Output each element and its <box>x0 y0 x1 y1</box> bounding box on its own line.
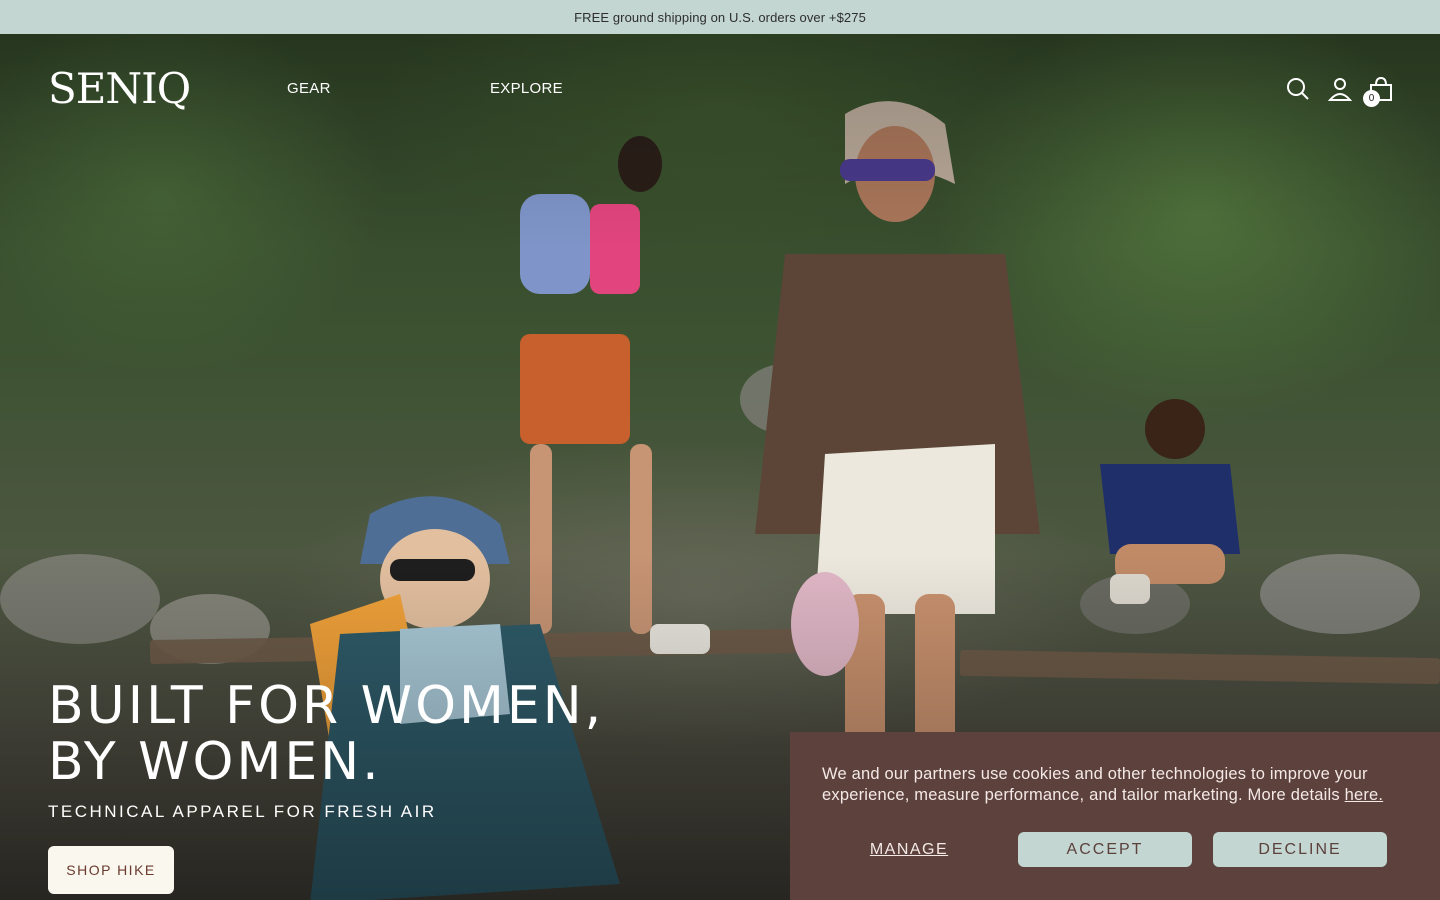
announcement-bar: FREE ground shipping on U.S. orders over… <box>0 0 1440 34</box>
shop-hike-button[interactable]: SHOP HIKE <box>48 846 174 894</box>
search-icon[interactable] <box>1285 76 1311 102</box>
decline-button[interactable]: DECLINE <box>1213 832 1387 867</box>
cookie-details-link[interactable]: here. <box>1345 786 1384 804</box>
manage-button[interactable]: MANAGE <box>822 832 996 868</box>
cookie-text: We and our partners use cookies and othe… <box>822 765 1368 804</box>
announcement-text: FREE ground shipping on U.S. orders over… <box>574 9 866 25</box>
hero-headline-line2: BY WOMEN. <box>48 732 382 792</box>
account-icon[interactable] <box>1327 76 1353 102</box>
cookie-message: We and our partners use cookies and othe… <box>822 764 1408 806</box>
accept-button[interactable]: ACCEPT <box>1018 832 1192 867</box>
cart-count-badge: 0 <box>1363 90 1380 107</box>
cookie-actions: MANAGE ACCEPT DECLINE <box>822 832 1392 868</box>
site-logo[interactable]: SENIQ <box>48 64 191 113</box>
hero-subhead: TECHNICAL APPAREL FOR FRESH AIR <box>48 802 437 821</box>
cookie-banner: We and our partners use cookies and othe… <box>790 732 1440 900</box>
nav-gear[interactable]: GEAR <box>287 80 331 97</box>
nav-explore[interactable]: EXPLORE <box>490 80 563 97</box>
hero-headline-line1: BUILT FOR WOMEN, <box>48 676 605 736</box>
hero-headline: BUILT FOR WOMEN, BY WOMEN. <box>48 678 604 790</box>
site-header: SENIQ GEAR EXPLORE <box>0 34 1440 142</box>
